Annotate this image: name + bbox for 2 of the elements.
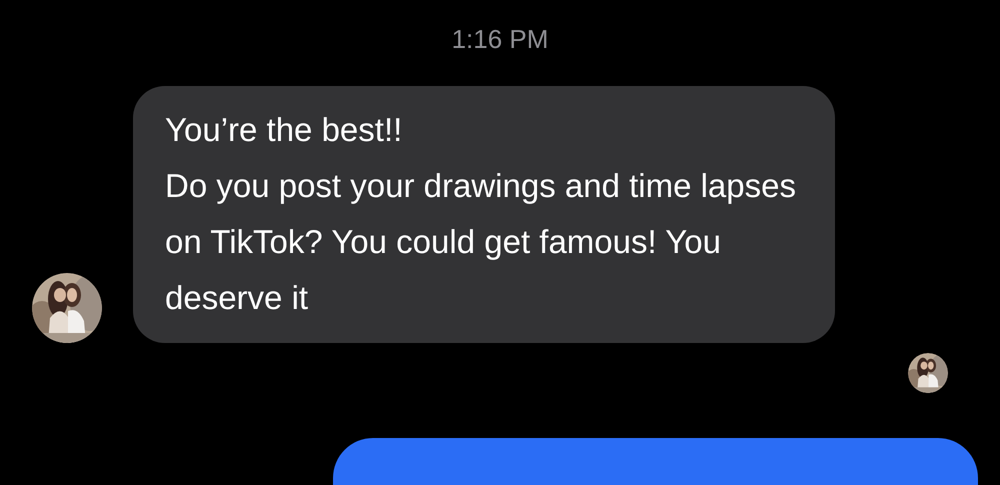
timestamp: 1:16 PM	[450, 23, 550, 56]
message-bubble: You’re the best!! Do you post your drawings and time lapses on TikTok? You could get famous! You deserve it	[133, 86, 835, 343]
